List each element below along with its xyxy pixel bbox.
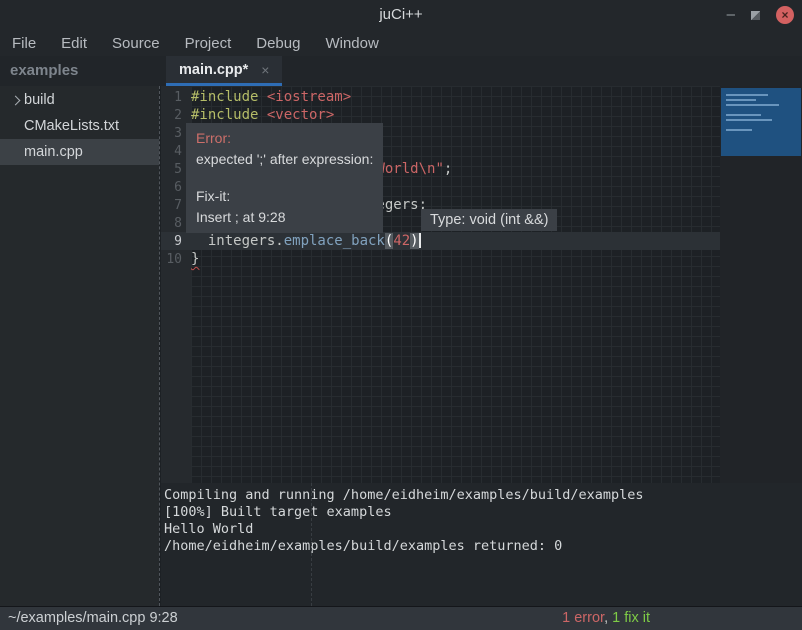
line-number: 2 xyxy=(161,108,191,123)
diagnostics-separator: , xyxy=(604,610,612,626)
file-name: main.cpp xyxy=(24,144,83,160)
file-tree: build CMakeLists.txt main.cpp xyxy=(0,87,159,165)
menu-item-source[interactable]: Source xyxy=(112,35,160,52)
status-bar: ~/examples/main.cpp 9:28 1 error, 1 fix … xyxy=(0,606,802,630)
tree-item-main-cpp[interactable]: main.cpp xyxy=(0,139,159,165)
error-message: expected ';' after expression: xyxy=(196,149,373,170)
output-line: [100%] Built target examples xyxy=(161,504,802,521)
menu-item-file[interactable]: File xyxy=(12,35,36,52)
top-strip xyxy=(0,56,802,86)
window-controls: – × xyxy=(727,0,794,30)
menu-item-debug[interactable]: Debug xyxy=(256,35,300,52)
close-icon[interactable]: × xyxy=(776,6,794,24)
menu-item-edit[interactable]: Edit xyxy=(61,35,87,52)
menu-item-project[interactable]: Project xyxy=(185,35,232,52)
line-content: #include <iostream> xyxy=(191,89,351,105)
diagnostic-tooltip: Error: expected ';' after expression: Fi… xyxy=(186,123,383,233)
pane-separator[interactable] xyxy=(159,86,160,606)
tree-item-build[interactable]: build xyxy=(0,87,159,113)
line-content: #include <vector> xyxy=(191,107,334,123)
sidebar: build CMakeLists.txt main.cpp xyxy=(0,86,159,606)
status-diagnostics: 1 error, 1 fix it xyxy=(562,607,650,630)
status-file-location: ~/examples/main.cpp 9:28 xyxy=(8,607,178,630)
type-tooltip-text: Type: void (int &&) xyxy=(430,212,548,228)
minimap[interactable] xyxy=(721,88,801,156)
tree-item-cmakelists-txt[interactable]: CMakeLists.txt xyxy=(0,113,159,139)
title-bar: juCi++ – × xyxy=(0,0,802,30)
output-margin-ruler xyxy=(311,483,312,606)
fixit-message: Insert ; at 9:28 xyxy=(196,207,373,228)
chevron-right-icon[interactable] xyxy=(8,97,22,104)
tab-label: main.cpp* xyxy=(179,62,248,78)
editor-right-margin xyxy=(720,86,802,483)
fixit-label: Fix-it: xyxy=(196,186,373,207)
code-line-10[interactable]: 10} xyxy=(161,250,720,268)
file-name: CMakeLists.txt xyxy=(24,118,119,134)
minimize-icon[interactable]: – xyxy=(727,0,735,30)
line-content: } xyxy=(191,251,199,267)
output-panel[interactable]: Compiling and running /home/eidheim/exam… xyxy=(161,483,802,606)
menu-item-window[interactable]: Window xyxy=(325,35,378,52)
output-line: Hello World xyxy=(161,521,802,538)
error-count[interactable]: 1 error xyxy=(562,610,604,626)
code-line-2[interactable]: 2#include <vector> xyxy=(161,106,720,124)
output-lines: Compiling and running /home/eidheim/exam… xyxy=(161,487,802,555)
line-number: 1 xyxy=(161,90,191,105)
file-name: build xyxy=(24,92,55,108)
error-label: Error: xyxy=(196,128,373,149)
fixit-count[interactable]: 1 fix it xyxy=(612,610,650,626)
line-number: 10 xyxy=(161,252,191,267)
text-cursor xyxy=(419,233,421,248)
code-line-1[interactable]: 1#include <iostream> xyxy=(161,88,720,106)
line-content: integers.emplace_back(42) xyxy=(191,233,421,249)
restore-icon[interactable] xyxy=(751,11,760,20)
type-tooltip: Type: void (int &&) xyxy=(421,209,557,231)
window-title: juCi++ xyxy=(0,0,802,30)
juci-window: juCi++ – × File Edit Source Project Debug Win… xyxy=(0,0,802,630)
code-line-9[interactable]: 9 integers.emplace_back(42) xyxy=(161,232,720,250)
tab-main-cpp[interactable]: main.cpp* × xyxy=(166,56,282,86)
project-name-header: examples xyxy=(10,56,78,86)
menu-bar: File Edit Source Project Debug Window xyxy=(0,30,802,56)
output-line: Compiling and running /home/eidheim/exam… xyxy=(161,487,802,504)
output-line: /home/eidheim/examples/build/examples re… xyxy=(161,538,802,555)
line-number: 9 xyxy=(161,234,191,249)
tab-close-icon[interactable]: × xyxy=(261,62,269,78)
